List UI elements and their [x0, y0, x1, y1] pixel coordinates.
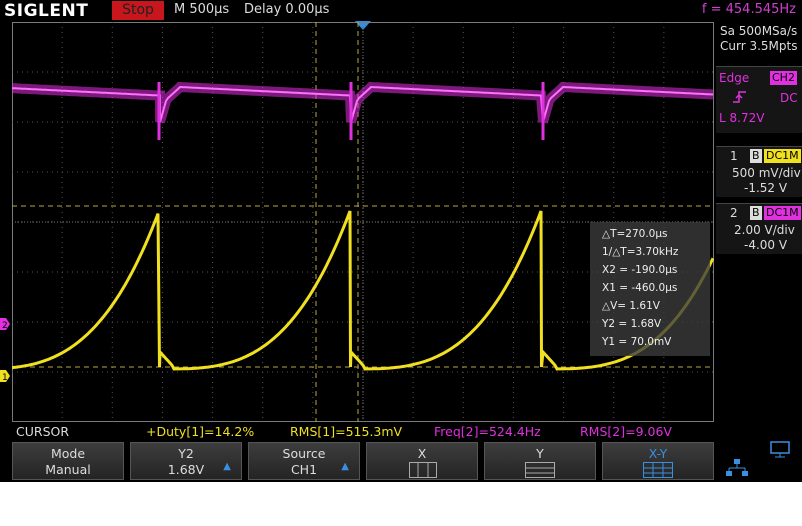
y-cursor-icon — [525, 462, 555, 481]
trigger-type: Edge — [719, 71, 750, 85]
softkey-x-title: X — [417, 446, 427, 461]
bandwidth-limit-icon: B — [750, 149, 762, 163]
ch1-scale: 500 mV/div — [732, 166, 801, 180]
ch2-offset-marker[interactable]: 2 — [0, 315, 10, 331]
delay-readout[interactable]: Delay 0.00µs — [244, 2, 329, 17]
softkey-y-title: Y — [536, 446, 544, 461]
cursor-x1: X1 = -460.0µs — [602, 282, 678, 294]
softkey-x[interactable]: X — [366, 442, 478, 480]
softkey-mode-title: Mode — [50, 446, 86, 461]
trigger-panel[interactable]: Edge CH2 DC L 8.72V — [716, 66, 802, 133]
bandwidth-limit-icon: B — [750, 206, 762, 220]
softkey-mode[interactable]: Mode Manual — [12, 442, 124, 480]
oscilloscope-screen: SIGLENT Stop M 500µs Delay 0.00µs f = 45… — [0, 0, 802, 482]
softkey-source-title: Source — [282, 446, 326, 461]
menu-title: CURSOR — [16, 424, 70, 439]
ch1-offset-marker[interactable]: 1 — [0, 367, 10, 383]
ch2-offset: -4.00 V — [744, 238, 788, 252]
monitor-icon — [770, 440, 792, 464]
ch2-scale: 2.00 V/div — [734, 223, 795, 237]
softkey-xy[interactable]: X-Y — [602, 442, 714, 480]
measure-rms1: RMS[1]=515.3mV — [290, 424, 403, 439]
timebase-readout[interactable]: M 500µs — [174, 2, 229, 17]
arrow-up-icon: ▲ — [341, 461, 349, 472]
softkey-y2-title: Y2 — [178, 446, 194, 461]
xy-cursor-icon — [643, 462, 673, 481]
svg-text:2: 2 — [2, 321, 8, 330]
softkey-y2[interactable]: Y2 1.68V ▲ — [130, 442, 242, 480]
delta-t: △T=270.0µs — [602, 228, 668, 240]
delta-v: △V= 1.61V — [602, 300, 660, 312]
ch1-number: 1 — [730, 149, 738, 163]
cursor-x2: X2 = -190.0µs — [602, 264, 678, 276]
softkey-xy-title: X-Y — [648, 446, 668, 461]
x-cursor-icon — [409, 462, 437, 481]
measure-duty: +Duty[1]=14.2% — [146, 424, 255, 439]
ch2-coupling: DC1M — [764, 206, 801, 220]
ch1-panel[interactable]: 1 B DC1M 500 mV/div -1.52 V — [716, 146, 802, 197]
measure-freq2: Freq[2]=524.4Hz — [434, 424, 541, 439]
sample-rate: Sa 500MSa/s — [720, 24, 798, 38]
top-bar: SIGLENT Stop M 500µs Delay 0.00µs f = 45… — [0, 0, 802, 22]
svg-text:1: 1 — [2, 373, 8, 382]
ch2-panel[interactable]: 2 B DC1M 2.00 V/div -4.00 V — [716, 203, 802, 254]
softkey-mode-value: Manual — [45, 462, 91, 477]
cursor-readout-panel: △T=270.0µs 1/△T=3.70kHz X2 = -190.0µs X1… — [590, 222, 710, 356]
cursor-y1: Y1 = 70.0mV — [602, 336, 672, 348]
ch1-coupling: DC1M — [764, 149, 801, 163]
trigger-source: CH2 — [770, 71, 797, 85]
cursor-y2: Y2 = 1.68V — [602, 318, 662, 330]
network-icon — [726, 458, 748, 482]
acquisition-info: Sa 500MSa/s Curr 3.5Mpts — [716, 24, 802, 64]
trigger-coupling: DC — [780, 91, 798, 105]
measure-rms2: RMS[2]=9.06V — [580, 424, 672, 439]
brand-logo: SIGLENT — [4, 1, 89, 21]
ch1-offset: -1.52 V — [744, 181, 788, 195]
ch2-waveform-band — [12, 81, 714, 124]
softkey-source[interactable]: Source CH1 ▲ — [248, 442, 360, 480]
run-stop-indicator[interactable]: Stop — [112, 1, 164, 20]
frequency-counter: f = 454.545Hz — [701, 2, 796, 17]
inverse-delta-t: 1/△T=3.70kHz — [602, 246, 679, 258]
arrow-up-icon: ▲ — [223, 461, 231, 472]
ch2-number: 2 — [730, 206, 738, 220]
trigger-level: L 8.72V — [719, 111, 765, 125]
rising-edge-icon — [732, 89, 748, 109]
memory-depth: Curr 3.5Mpts — [720, 39, 798, 53]
measurement-bar: CURSOR +Duty[1]=14.2% RMS[1]=515.3mV Fre… — [0, 424, 802, 440]
softkey-y[interactable]: Y — [484, 442, 596, 480]
